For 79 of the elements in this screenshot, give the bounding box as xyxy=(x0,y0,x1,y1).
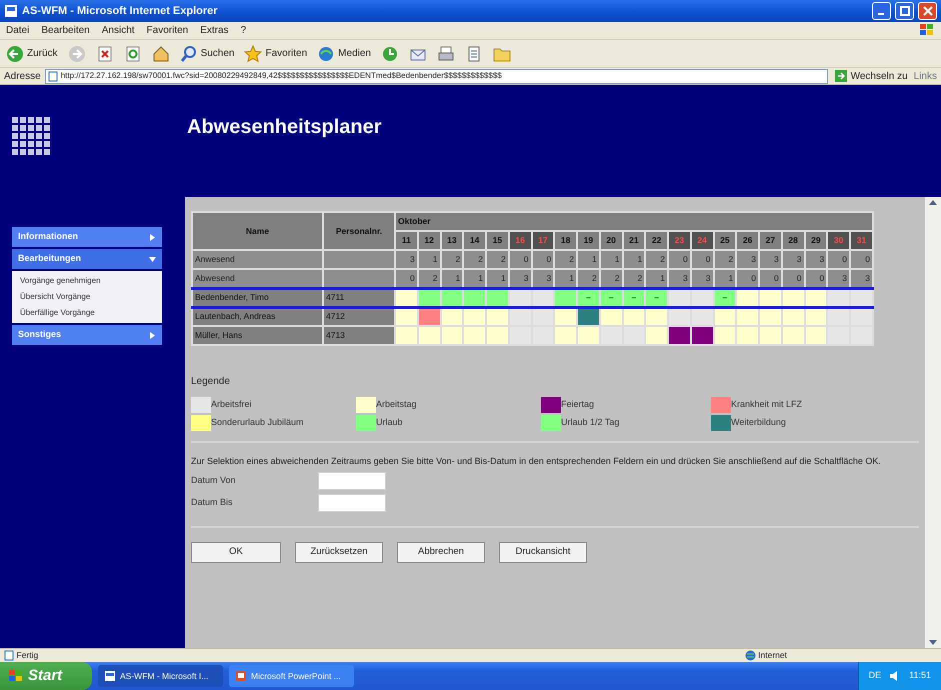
menu-item[interactable]: Favoriten xyxy=(146,23,188,38)
legend-label: Arbeitsfrei xyxy=(211,398,252,412)
menu-item[interactable]: Bearbeiten xyxy=(41,23,90,38)
form-button[interactable]: Druckansicht xyxy=(499,542,587,563)
count-cell: 2 xyxy=(645,250,668,269)
count-cell: 0 xyxy=(850,250,873,269)
legend-label: Weiterbildung xyxy=(731,416,786,430)
day-header: 22 xyxy=(645,231,668,250)
employee-name[interactable]: Bedenbender, Timo xyxy=(192,288,323,307)
summary-label: Anwesend xyxy=(192,250,323,269)
form-button[interactable]: Abbrechen xyxy=(397,542,485,563)
sidebar-menu-item[interactable]: Sonstiges xyxy=(12,325,162,345)
calendar-cell[interactable]: – xyxy=(714,288,736,307)
legend-label: Urlaub 1/2 Tag xyxy=(561,416,620,430)
personnel-number: 4713 xyxy=(323,326,395,345)
menu-item[interactable]: Datei xyxy=(6,23,30,38)
calendar-cell[interactable]: – xyxy=(600,288,622,307)
status-text: Fertig xyxy=(16,649,38,662)
window-title: AS-WFM - Microsoft Internet Explorer xyxy=(22,4,219,19)
go-button[interactable]: Wechseln zu xyxy=(832,68,910,84)
favorites-button[interactable]: Favoriten xyxy=(242,44,310,64)
search-button[interactable]: Suchen xyxy=(178,44,236,64)
calendar-cell[interactable]: – xyxy=(577,288,600,307)
count-cell: 0 xyxy=(668,250,691,269)
column-header: Name xyxy=(192,212,323,250)
form-button[interactable]: Zurücksetzen xyxy=(295,542,383,563)
taskbar-button[interactable]: AS-WFM - Microsoft I... xyxy=(98,665,223,687)
calendar-cell[interactable]: – xyxy=(622,288,646,307)
sidebar-menu-item[interactable]: Bearbeitungen xyxy=(12,249,162,269)
legend-label: Feiertag xyxy=(561,398,594,412)
menu-item[interactable]: ? xyxy=(240,23,246,38)
personnel-number: 4711 xyxy=(323,288,395,307)
field-label: Datum Von xyxy=(191,474,237,487)
clock: 11:51 xyxy=(909,669,931,682)
employee-name[interactable]: Müller, Hans xyxy=(192,326,323,345)
day-header: 31 xyxy=(850,231,873,250)
legend-label: Urlaub xyxy=(376,416,403,430)
page-title: Abwesenheitsplaner xyxy=(187,115,383,139)
zone-text: Internet xyxy=(758,649,787,662)
address-field[interactable]: http://172.27.162.198/sw70001.fwc?sid=20080229492849,42$$$$$$$$$$$$$$$$EDENTmed$Bedenbender$$$$$$$$$$$$$ xyxy=(44,68,828,84)
menu-item[interactable]: Extras xyxy=(200,23,229,38)
legend-title: Legende xyxy=(191,375,231,389)
day-header: 15 xyxy=(486,231,509,250)
day-header: 18 xyxy=(554,231,577,250)
day-header: 19 xyxy=(577,231,600,250)
day-header: 30 xyxy=(827,231,850,250)
sidebar-menu-item[interactable]: Informationen xyxy=(12,227,162,247)
back-button[interactable]: Zurück xyxy=(4,44,60,64)
form-button[interactable]: OK xyxy=(191,542,281,563)
count-cell: 2 xyxy=(463,250,486,269)
day-header: 26 xyxy=(736,231,759,250)
field-label: Datum Bis xyxy=(191,496,234,509)
legend-label: Krankheit mit LFZ xyxy=(731,398,802,412)
legend-label: Sonderurlaub Jubiläum xyxy=(211,416,304,430)
count-cell: 3 xyxy=(759,250,782,269)
column-header: Personalnr. xyxy=(323,212,395,250)
links-label[interactable]: Links xyxy=(914,68,937,84)
media-button[interactable]: Medien xyxy=(315,44,373,64)
day-header: 23 xyxy=(668,231,691,250)
legend-label: Arbeitstag xyxy=(376,398,417,412)
count-cell: 2 xyxy=(486,250,509,269)
count-cell: 1 xyxy=(577,250,600,269)
count-cell: 2 xyxy=(554,250,577,269)
address-label: Adresse xyxy=(4,70,41,84)
day-header: 14 xyxy=(463,231,486,250)
count-cell: 3 xyxy=(736,250,759,269)
menu-item[interactable]: Ansicht xyxy=(102,23,135,38)
url-text: http://172.27.162.198/sw70001.fwc?sid=20080229492849,42$$$$$$$$$$$$$$$$EDENTmed$Bedenbender$$$$$$$$$$$$$ xyxy=(60,70,502,82)
day-header: 11 xyxy=(395,231,418,250)
day-header: 27 xyxy=(759,231,782,250)
count-cell: 3 xyxy=(395,250,418,269)
count-cell: 0 xyxy=(827,250,850,269)
sidebar-link[interactable]: Überfällige Vorgänge xyxy=(12,305,162,321)
taskbar-button[interactable]: Microsoft PowerPoint ... xyxy=(229,665,354,687)
sidebar-link[interactable]: Vorgänge genehmigen xyxy=(12,273,162,289)
sidebar-link[interactable]: Übersicht Vorgänge xyxy=(12,289,162,305)
instruction-text: Zur Selektion eines abweichenden Zeitraums geben Sie bitte Von- und Bis-Datum in den entsprechenden Feldern ein und drücken Sie anschließend auf die Schaltfläche OK. xyxy=(191,455,882,468)
calendar-cell[interactable]: – xyxy=(645,288,668,307)
month-header: Oktober xyxy=(395,212,873,231)
